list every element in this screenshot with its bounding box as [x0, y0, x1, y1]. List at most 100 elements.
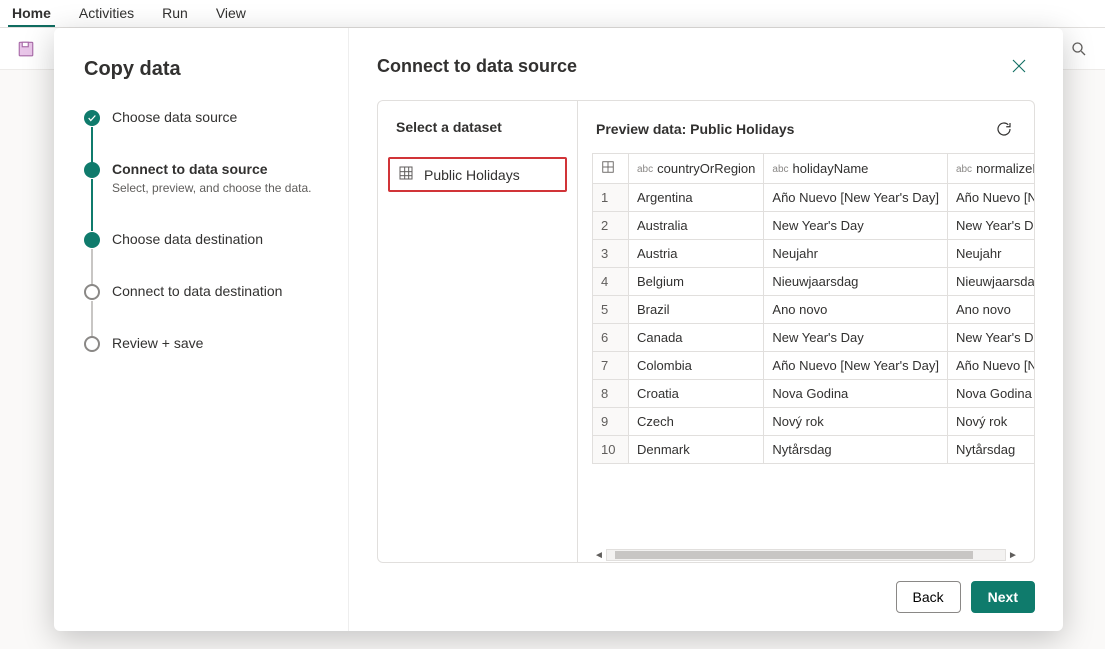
step-sublabel: Select, preview, and choose the data. — [112, 181, 311, 195]
footer: Back Next — [377, 581, 1035, 613]
step-review-save[interactable]: Review + save — [84, 335, 326, 352]
table-cell: Belgium — [629, 268, 764, 296]
step-todo-icon — [84, 336, 100, 352]
table-cell: Nieuwjaarsdag — [764, 268, 948, 296]
menu-run[interactable]: Run — [158, 1, 192, 27]
table-cell: Nieuwjaarsdag — [947, 268, 1034, 296]
table-row[interactable]: 7ColombiaAño Nuevo [New Year's Day]Año N… — [593, 352, 1035, 380]
rownum-header — [593, 154, 629, 184]
table-cell: Año Nuevo [New Year's Day] — [947, 352, 1034, 380]
preview-panel: Preview data: Public Holidays — [578, 101, 1034, 562]
table-cell: Brazil — [629, 296, 764, 324]
table-row[interactable]: 3AustriaNeujahrNeujahr — [593, 240, 1035, 268]
preview-table: abccountryOrRegion abcholidayName abcnor… — [592, 153, 1034, 464]
dataset-card: Select a dataset Public Holidays P — [377, 100, 1035, 563]
table-cell: Año Nuevo [New Year's Day] — [947, 184, 1034, 212]
table-cell: Nový rok — [947, 408, 1034, 436]
col-type: abc — [956, 164, 972, 175]
step-label: Connect to data source — [112, 161, 311, 177]
table-cell: Ano novo — [947, 296, 1034, 324]
step-label: Review + save — [112, 335, 203, 351]
preview-table-wrap[interactable]: abccountryOrRegion abcholidayName abcnor… — [578, 153, 1034, 548]
table-row[interactable]: 5BrazilAno novoAno novo — [593, 296, 1035, 324]
row-number: 8 — [593, 380, 629, 408]
step-connect-to-data-source[interactable]: Connect to data source Select, preview, … — [84, 161, 326, 231]
row-number: 10 — [593, 436, 629, 464]
step-current-icon — [84, 162, 100, 178]
row-number: 2 — [593, 212, 629, 240]
grid-icon — [601, 160, 615, 174]
row-number: 7 — [593, 352, 629, 380]
table-icon — [398, 165, 414, 184]
table-cell: Neujahr — [947, 240, 1034, 268]
col-countryOrRegion[interactable]: abccountryOrRegion — [629, 154, 764, 184]
wizard-title: Copy data — [84, 58, 326, 81]
step-connect-to-data-destination[interactable]: Connect to data destination — [84, 283, 326, 335]
table-row[interactable]: 10DenmarkNytårsdagNytårsdag — [593, 436, 1035, 464]
scroll-track[interactable] — [606, 549, 1006, 561]
table-row[interactable]: 2AustraliaNew Year's DayNew Year's Day — [593, 212, 1035, 240]
table-cell: Nova Godina — [947, 380, 1034, 408]
table-cell: Argentina — [629, 184, 764, 212]
table-cell: Nytårsdag — [764, 436, 948, 464]
content-panel: Connect to data source Select a dataset — [349, 28, 1063, 631]
refresh-button[interactable] — [992, 117, 1016, 141]
table-cell: Denmark — [629, 436, 764, 464]
wizard-sidebar: Copy data Choose data source Connect to — [54, 28, 349, 631]
step-done-icon — [84, 110, 100, 126]
table-cell: Austria — [629, 240, 764, 268]
step-choose-data-source[interactable]: Choose data source — [84, 109, 326, 161]
step-label: Choose data destination — [112, 231, 263, 247]
table-cell: Nytårsdag — [947, 436, 1034, 464]
scroll-thumb[interactable] — [615, 551, 973, 559]
dataset-item-public-holidays[interactable]: Public Holidays — [388, 157, 567, 192]
col-normalizeHolidayName[interactable]: abc normalizeHolidayName — [947, 154, 1034, 184]
search-icon[interactable] — [1065, 35, 1093, 63]
table-cell: Australia — [629, 212, 764, 240]
back-button[interactable]: Back — [896, 581, 961, 613]
table-cell: Croatia — [629, 380, 764, 408]
table-row[interactable]: 9CzechNový rokNový rok — [593, 408, 1035, 436]
save-icon[interactable] — [12, 35, 40, 63]
col-type: abc — [637, 164, 653, 175]
table-row[interactable]: 6CanadaNew Year's DayNew Year's Day — [593, 324, 1035, 352]
modal: Copy data Choose data source Connect to — [54, 28, 1063, 631]
table-row[interactable]: 8CroatiaNova GodinaNova Godina — [593, 380, 1035, 408]
table-cell: New Year's Day — [947, 212, 1034, 240]
step-choose-data-destination[interactable]: Choose data destination — [84, 231, 326, 283]
scroll-right-arrow[interactable]: ► — [1006, 550, 1020, 561]
col-holidayName[interactable]: abc holidayName — [764, 154, 948, 184]
row-number: 5 — [593, 296, 629, 324]
table-cell: Neujahr — [764, 240, 948, 268]
col-name: holidayName — [793, 161, 869, 176]
step-todo-icon — [84, 284, 100, 300]
menubar: Home Activities Run View — [0, 0, 1105, 28]
table-cell: Colombia — [629, 352, 764, 380]
scroll-left-arrow[interactable]: ◄ — [592, 550, 606, 561]
table-cell: Czech — [629, 408, 764, 436]
col-name: normalizeHolidayName — [976, 161, 1034, 176]
row-number: 6 — [593, 324, 629, 352]
row-number: 9 — [593, 408, 629, 436]
menu-activities[interactable]: Activities — [75, 1, 138, 27]
preview-title: Preview data: Public Holidays — [596, 121, 794, 137]
horizontal-scrollbar[interactable]: ◄ ► — [578, 548, 1034, 562]
close-button[interactable] — [1003, 50, 1035, 82]
dataset-panel-title: Select a dataset — [388, 119, 567, 135]
col-type: abc — [772, 164, 788, 175]
dataset-item-label: Public Holidays — [424, 167, 520, 183]
row-number: 1 — [593, 184, 629, 212]
row-number: 3 — [593, 240, 629, 268]
table-cell: Año Nuevo [New Year's Day] — [764, 352, 948, 380]
table-row[interactable]: 4BelgiumNieuwjaarsdagNieuwjaarsdag — [593, 268, 1035, 296]
table-row[interactable]: 1ArgentinaAño Nuevo [New Year's Day]Año … — [593, 184, 1035, 212]
wizard-steps: Choose data source Connect to data sourc… — [84, 109, 326, 352]
table-cell: New Year's Day — [764, 324, 948, 352]
table-cell: Canada — [629, 324, 764, 352]
next-button[interactable]: Next — [971, 581, 1035, 613]
step-label: Connect to data destination — [112, 283, 282, 299]
menu-view[interactable]: View — [212, 1, 250, 27]
row-number: 4 — [593, 268, 629, 296]
dataset-panel: Select a dataset Public Holidays — [378, 101, 578, 562]
menu-home[interactable]: Home — [8, 1, 55, 27]
